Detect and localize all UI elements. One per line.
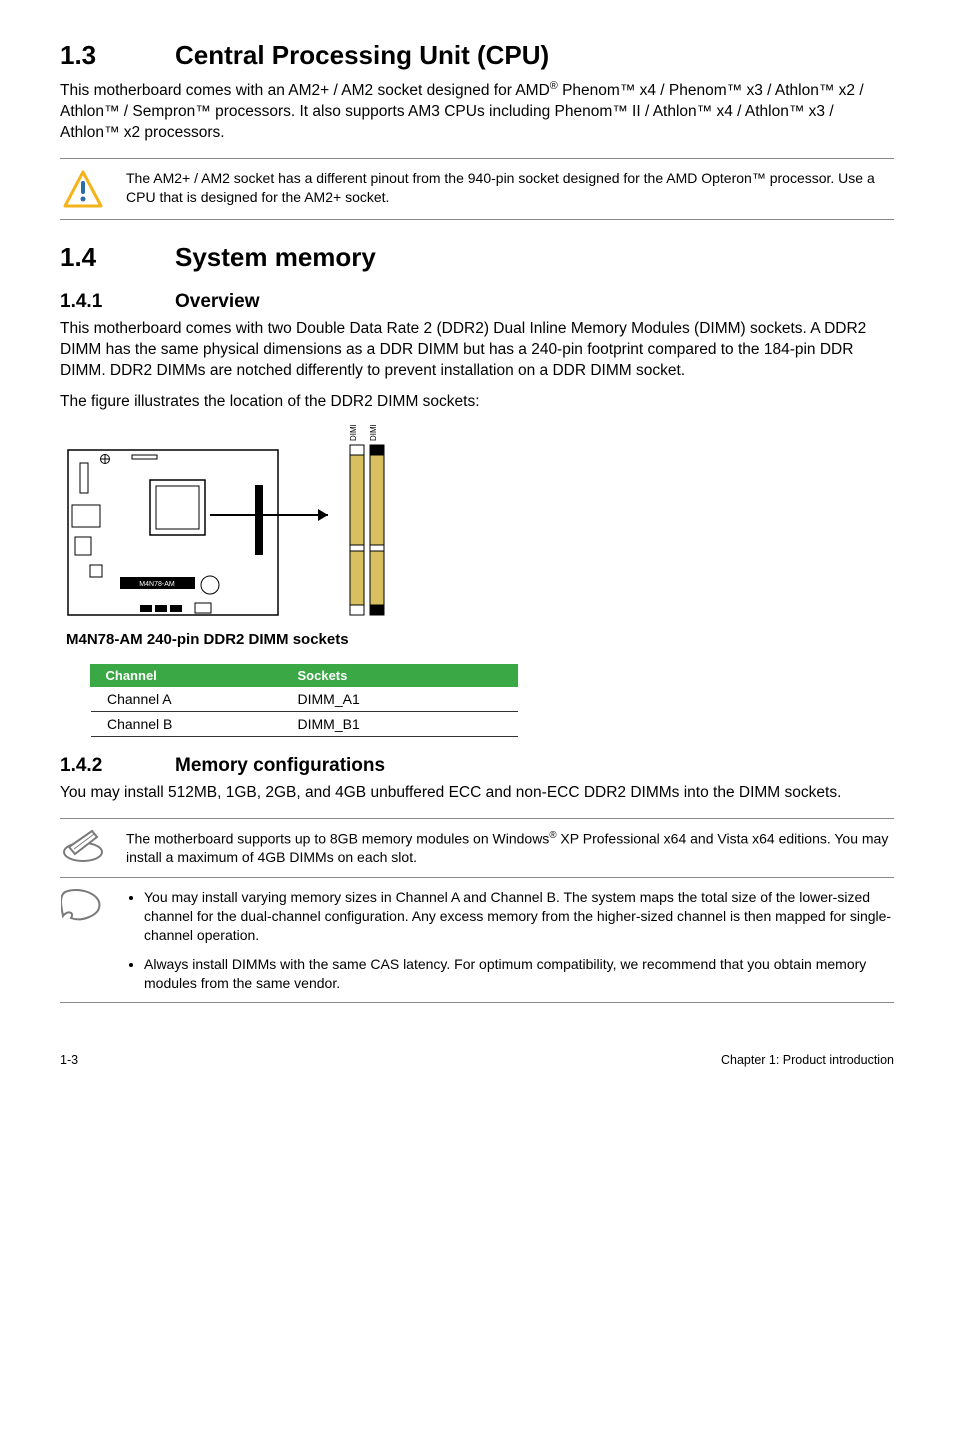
- heading-title: System memory: [175, 242, 376, 273]
- channel-table: Channel Sockets Channel A DIMM_A1 Channe…: [88, 664, 518, 737]
- heading-number: 1.3: [60, 40, 175, 71]
- slot-label-a1: DIMM_A1: [349, 425, 358, 441]
- sec13-body: This motherboard comes with an AM2+ / AM…: [60, 79, 894, 144]
- registered-mark: ®: [550, 80, 558, 92]
- caution-callout: The AM2+ / AM2 socket has a different pi…: [60, 158, 894, 220]
- heading-title: Memory configurations: [175, 755, 385, 777]
- heading-1-4-2: 1.4.2 Memory configurations: [60, 755, 894, 777]
- footer-chapter: Chapter 1: Product introduction: [721, 1053, 894, 1067]
- dimm-diagram: M4N78-AM: [60, 425, 894, 648]
- caution-text: The AM2+ / AM2 socket has a different pi…: [106, 169, 894, 207]
- sec141-body2: The figure illustrates the location of t…: [60, 392, 894, 413]
- tip-callout: You may install varying memory sizes in …: [60, 878, 894, 1003]
- text-fragment: This motherboard comes with an AM2+ / AM…: [60, 82, 550, 99]
- caution-icon: [60, 169, 106, 209]
- tip-list-item: You may install varying memory sizes in …: [144, 888, 894, 945]
- heading-number: 1.4.1: [60, 291, 175, 313]
- text-fragment: The motherboard supports up to 8GB memor…: [126, 830, 549, 846]
- note-text: The motherboard supports up to 8GB memor…: [106, 829, 894, 867]
- note-callout: The motherboard supports up to 8GB memor…: [60, 818, 894, 878]
- heading-1-4-1: 1.4.1 Overview: [60, 291, 894, 313]
- table-header-row: Channel Sockets: [90, 664, 519, 687]
- heading-1-4: 1.4 System memory: [60, 242, 894, 273]
- table-row: Channel B DIMM_B1: [90, 711, 519, 736]
- heading-number: 1.4: [60, 242, 175, 273]
- heading-number: 1.4.2: [60, 755, 175, 777]
- cell-channel: Channel A: [90, 687, 282, 712]
- heading-title: Overview: [175, 291, 260, 313]
- heading-title: Central Processing Unit (CPU): [175, 40, 549, 71]
- cell-socket: DIMM_A1: [282, 687, 519, 712]
- footer-page-number: 1-3: [60, 1053, 78, 1067]
- diagram-caption: M4N78-AM 240-pin DDR2 DIMM sockets: [66, 631, 894, 648]
- tip-list-item: Always install DIMMs with the same CAS l…: [144, 955, 894, 993]
- registered-mark: ®: [549, 830, 556, 841]
- page: 1.3 Central Processing Unit (CPU) This m…: [0, 0, 954, 1097]
- sec141-body1: This motherboard comes with two Double D…: [60, 319, 894, 382]
- table-row: Channel A DIMM_A1: [90, 687, 519, 712]
- table-header-channel: Channel: [90, 664, 282, 687]
- table-header-sockets: Sockets: [282, 664, 519, 687]
- cell-socket: DIMM_B1: [282, 711, 519, 736]
- page-footer: 1-3 Chapter 1: Product introduction: [60, 1053, 894, 1067]
- sec142-body: You may install 512MB, 1GB, 2GB, and 4GB…: [60, 783, 894, 804]
- tip-icon: [60, 888, 106, 924]
- board-label: M4N78-AM: [139, 581, 175, 588]
- dimm-slot-b1: [370, 445, 384, 615]
- slot-label-b1: DIMM_B1: [369, 425, 378, 441]
- heading-1-3: 1.3 Central Processing Unit (CPU): [60, 40, 894, 71]
- dimm-slot-a1: [350, 445, 364, 615]
- note-icon: [60, 829, 106, 863]
- cell-channel: Channel B: [90, 711, 282, 736]
- tip-text: You may install varying memory sizes in …: [106, 888, 894, 992]
